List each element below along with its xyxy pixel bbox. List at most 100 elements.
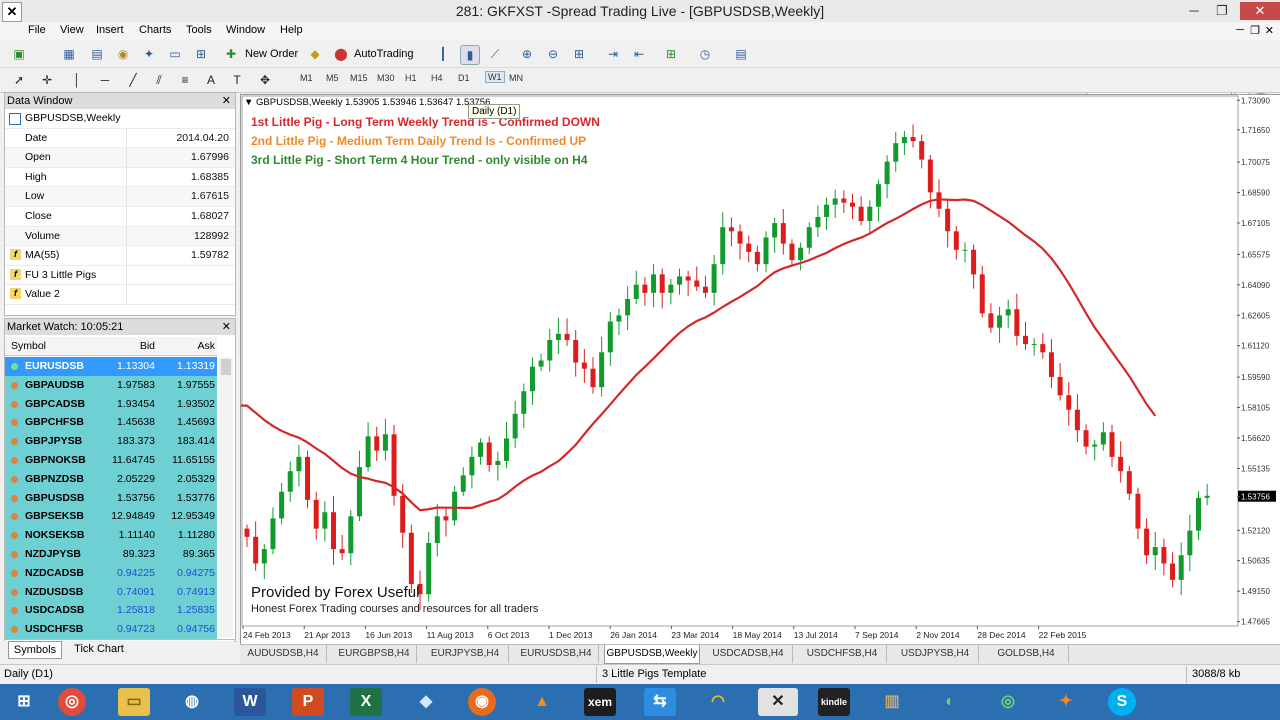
file-explorer-icon[interactable]: ▭ — [118, 688, 150, 716]
fibonacci-icon[interactable]: ≡ — [176, 71, 194, 89]
tab-tick-chart[interactable]: Tick Chart — [68, 641, 130, 657]
chart-tab[interactable]: GOLDSB,H4 — [984, 645, 1069, 663]
column-ask[interactable]: Ask — [197, 337, 215, 355]
timeframe-w1[interactable]: W1 — [485, 71, 505, 83]
new-order-icon[interactable]: ✚ — [222, 45, 240, 63]
avast-icon[interactable]: ✦ — [1050, 688, 1082, 716]
tab-symbols[interactable]: Symbols — [8, 641, 62, 659]
metatrader-icon[interactable]: ✕ — [758, 688, 798, 716]
excel-icon[interactable]: X — [350, 688, 382, 716]
evernote-icon[interactable]: ◐ — [934, 688, 966, 716]
indicators-icon[interactable]: ⊞ — [662, 45, 680, 63]
xem-icon[interactable]: xem — [584, 688, 616, 716]
candlestick-icon[interactable]: ▮ — [460, 45, 480, 65]
timeframe-h1[interactable]: H1 — [405, 73, 417, 83]
metaeditor-icon[interactable]: ◆ — [306, 45, 324, 63]
skype-icon[interactable]: S — [1108, 688, 1136, 716]
menu-file[interactable]: File — [28, 24, 46, 36]
navigator-icon[interactable]: ✦ — [140, 45, 158, 63]
data-window-icon[interactable]: ◉ — [114, 45, 132, 63]
word-icon[interactable]: W — [234, 688, 266, 716]
market-watch-row[interactable]: NZDCADSB 0.94225 0.94275 — [5, 563, 217, 583]
market-watch-scrollbar[interactable] — [219, 357, 233, 637]
market-watch-row[interactable]: GBPNZDSB 2.05229 2.05329 — [5, 469, 217, 489]
chart-shift-icon[interactable]: ⇤ — [630, 45, 648, 63]
terminal-icon[interactable]: ▭ — [166, 45, 184, 63]
market-watch-row[interactable]: NZDUSDSB 0.74091 0.74913 — [5, 582, 217, 602]
teamviewer-icon[interactable]: ⇆ — [644, 688, 676, 716]
kindle-icon[interactable]: kindle — [818, 688, 850, 716]
timeframe-m30[interactable]: M30 — [377, 73, 395, 83]
market-watch-row[interactable]: GBPAUDSB 1.97583 1.97555 — [5, 375, 217, 395]
new-chart-icon[interactable]: ▣ — [10, 45, 28, 63]
chart-tab[interactable]: USDCHFSB,H4 — [798, 645, 887, 663]
timeframe-m5[interactable]: M5 — [326, 73, 339, 83]
chart-tab[interactable]: GBPUSDSB,Weekly — [604, 645, 700, 664]
chart-tab[interactable]: EURUSDSB,H4 — [514, 645, 599, 663]
cursor-icon[interactable]: ➚ — [10, 71, 28, 89]
powerpoint-icon[interactable]: P — [292, 688, 324, 716]
timeframe-m1[interactable]: M1 — [300, 73, 313, 83]
close-icon[interactable]: ✕ — [222, 93, 231, 109]
market-watch-row[interactable]: GBPSEKSB 12.94849 12.95349 — [5, 507, 217, 527]
autotrading-button[interactable]: AutoTrading — [354, 44, 414, 64]
text-label-icon[interactable]: T — [228, 71, 246, 89]
menu-window[interactable]: Window — [226, 24, 265, 36]
mdi-close-icon[interactable]: ✕ — [1265, 24, 1274, 37]
chrome-icon[interactable]: ◎ — [58, 688, 86, 716]
tile-windows-icon[interactable]: ⊞ — [570, 45, 588, 63]
arrows-icon[interactable]: ✥ — [256, 71, 274, 89]
chart-tab[interactable]: AUDUSDSB,H4 — [240, 645, 327, 663]
close-button[interactable]: ✕ — [1240, 2, 1280, 20]
market-watch-row[interactable]: GBPCHFSB 1.45638 1.45693 — [5, 413, 217, 433]
minimize-button[interactable]: ─ — [1180, 2, 1208, 20]
strategy-tester-icon[interactable]: ⊞ — [192, 45, 210, 63]
market-watch-row[interactable]: NOKSEKSB 1.11140 1.11280 — [5, 526, 217, 545]
vlc-icon[interactable]: ▲ — [526, 688, 558, 716]
zoom-in-icon[interactable]: ⊕ — [518, 45, 536, 63]
chart-tab[interactable]: USDCADSB,H4 — [704, 645, 793, 663]
channel-icon[interactable]: ⫽ — [150, 71, 168, 89]
collapse-arrow-icon[interactable]: ▼ — [244, 97, 253, 108]
templates-icon[interactable]: ▤ — [732, 45, 750, 63]
market-watch-row[interactable]: GBPUSDSB 1.53756 1.53776 — [5, 488, 217, 508]
trendline-icon[interactable]: ╱ — [124, 71, 142, 89]
menu-tools[interactable]: Tools — [186, 24, 212, 36]
menu-charts[interactable]: Charts — [139, 24, 171, 36]
windows-start-icon[interactable]: ⊞ — [8, 688, 40, 716]
firefox-icon[interactable]: ◉ — [468, 688, 496, 716]
timeframe-m15[interactable]: M15 — [350, 73, 368, 83]
mdi-minimize-icon[interactable]: ─ — [1236, 24, 1244, 36]
autotrading-icon[interactable]: ⬤ — [332, 45, 350, 63]
headphones-icon[interactable]: ◠ — [702, 688, 734, 716]
market-watch-row[interactable]: GBPCADSB 1.93454 1.93502 — [5, 394, 217, 414]
auto-scroll-icon[interactable]: ⇥ — [604, 45, 622, 63]
timeframe-h4[interactable]: H4 — [431, 73, 443, 83]
price-chart[interactable]: 1.73090 1.71650 1.70075 1.68590 1.67105 1.655… — [240, 94, 1280, 646]
market-watch-row[interactable]: GBPNOKSB 11.64745 11.65155 — [5, 451, 217, 470]
scrollbar-thumb[interactable] — [221, 359, 231, 375]
market-watch-row[interactable]: GBPJPYSB 183.373 183.414 — [5, 432, 217, 451]
chrome-green-icon[interactable]: ◎ — [992, 688, 1024, 716]
candlestick-chart[interactable]: 1.73090 1.71650 1.70075 1.68590 1.67105 1.655… — [241, 95, 1280, 645]
market-watch-icon[interactable]: ▤ — [88, 45, 106, 63]
chart-tab[interactable]: EURJPYSB,H4 — [422, 645, 509, 663]
vertical-line-icon[interactable]: │ — [68, 71, 86, 89]
text-icon[interactable]: A — [202, 71, 220, 89]
horizontal-line-icon[interactable]: ─ — [96, 71, 114, 89]
chart-tab[interactable]: EURGBPSB,H4 — [332, 645, 417, 663]
market-watch-row[interactable]: USDCHFSB 0.94723 0.94756 — [5, 620, 217, 639]
profiles-icon[interactable]: ▦ — [60, 45, 78, 63]
timeframe-d1[interactable]: D1 — [458, 73, 470, 83]
close-icon[interactable]: ✕ — [222, 319, 231, 335]
bar-chart-icon[interactable]: ┃ — [434, 45, 452, 63]
market-watch-row[interactable]: EURUSDSB 1.13304 1.13319 — [5, 357, 217, 376]
new-order-button[interactable]: New Order — [245, 44, 298, 64]
chart-tab[interactable]: USDJPYSB,H4 — [892, 645, 979, 663]
periods-icon[interactable]: ◷ — [696, 45, 714, 63]
crosshair-icon[interactable]: ✛ — [38, 71, 56, 89]
dropbox-icon[interactable]: ◆ — [410, 688, 442, 716]
maximize-button[interactable]: ❐ — [1208, 2, 1236, 20]
timeframe-mn[interactable]: MN — [509, 73, 523, 83]
zoom-out-icon[interactable]: ⊖ — [544, 45, 562, 63]
